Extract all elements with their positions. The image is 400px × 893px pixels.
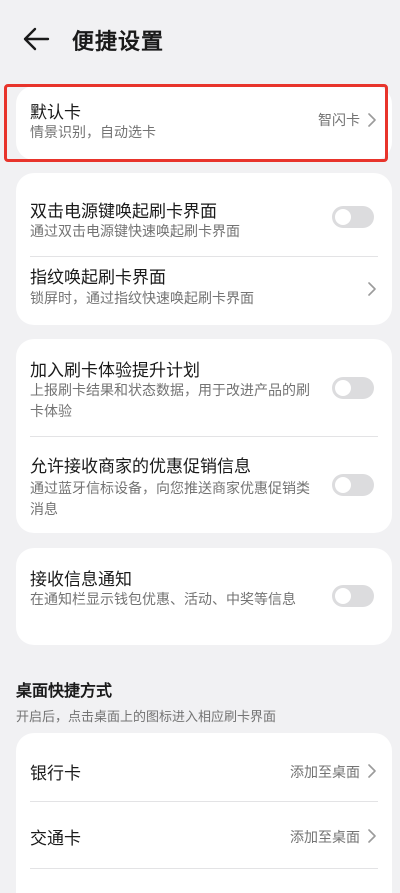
- settings-group-1: 双击电源键唤起刷卡界面 通过双击电源键快速唤起刷卡界面 指纹唤起刷卡界面 锁屏时…: [16, 173, 392, 325]
- power-double-click-row[interactable]: 双击电源键唤起刷卡界面 通过双击电源键快速唤起刷卡界面: [16, 173, 392, 257]
- merchant-promo-subtitle: 通过蓝牙信标设备，向您推送商家优惠促销类消息: [30, 481, 310, 518]
- add-to-desktop-label: 添加至桌面: [290, 765, 360, 781]
- merchant-promo-title: 允许接收商家的优惠促销信息: [30, 457, 251, 477]
- experience-plan-subtitle: 上报刷卡结果和状态数据，用于改进产品的刷卡体验: [30, 383, 310, 420]
- power-double-click-title: 双击电源键唤起刷卡界面: [30, 202, 217, 222]
- toggle-knob: [335, 209, 351, 225]
- fingerprint-title: 指纹唤起刷卡界面: [30, 268, 166, 288]
- merchant-promo-row[interactable]: 允许接收商家的优惠促销信息 通过蓝牙信标设备，向您推送商家优惠促销类消息: [16, 437, 392, 533]
- toggle-knob: [335, 588, 351, 604]
- toggle-knob: [335, 380, 351, 396]
- notifications-subtitle: 在通知栏显示钱包优惠、活动、中奖等信息: [30, 592, 296, 608]
- toggle-knob: [335, 477, 351, 493]
- power-double-click-toggle[interactable]: [332, 206, 374, 228]
- chevron-right-icon: [368, 282, 376, 296]
- merchant-promo-toggle[interactable]: [332, 474, 374, 496]
- chevron-right-icon: [368, 764, 376, 778]
- shortcut-item-title: 交通卡: [30, 829, 81, 849]
- shortcuts-section-subtitle: 开启后，点击桌面上的图标进入相应刷卡界面: [16, 710, 277, 725]
- notifications-row[interactable]: 接收信息通知 在通知栏显示钱包优惠、活动、中奖等信息: [16, 548, 392, 645]
- add-to-desktop-label: 添加至桌面: [290, 830, 360, 846]
- experience-plan-toggle[interactable]: [332, 377, 374, 399]
- notifications-toggle[interactable]: [332, 585, 374, 607]
- shortcuts-group: 银行卡 添加至桌面 交通卡 添加至桌面: [16, 733, 392, 893]
- fingerprint-subtitle: 锁屏时，通过指纹快速唤起刷卡界面: [30, 291, 254, 307]
- notifications-title: 接收信息通知: [30, 570, 132, 590]
- chevron-right-icon: [368, 829, 376, 843]
- page-title: 便捷设置: [72, 30, 165, 55]
- shortcuts-section-title: 桌面快捷方式: [16, 681, 113, 700]
- power-double-click-subtitle: 通过双击电源键快速唤起刷卡界面: [30, 224, 240, 240]
- shortcut-item-bank-card[interactable]: 银行卡 添加至桌面: [16, 733, 392, 801]
- shortcut-item-transit-card[interactable]: 交通卡 添加至桌面: [16, 802, 392, 868]
- settings-group-2: 加入刷卡体验提升计划 上报刷卡结果和状态数据，用于改进产品的刷卡体验 允许接收商…: [16, 339, 392, 533]
- selection-highlight: [4, 84, 388, 162]
- settings-group-3: 接收信息通知 在通知栏显示钱包优惠、活动、中奖等信息: [16, 548, 392, 645]
- experience-plan-title: 加入刷卡体验提升计划: [30, 361, 200, 381]
- back-arrow-icon[interactable]: [22, 26, 50, 52]
- header: 便捷设置: [0, 0, 400, 78]
- fingerprint-row[interactable]: 指纹唤起刷卡界面 锁屏时，通过指纹快速唤起刷卡界面: [16, 257, 392, 325]
- experience-plan-row[interactable]: 加入刷卡体验提升计划 上报刷卡结果和状态数据，用于改进产品的刷卡体验: [16, 339, 392, 434]
- divider: [30, 868, 378, 869]
- shortcut-item-title: 银行卡: [30, 764, 81, 784]
